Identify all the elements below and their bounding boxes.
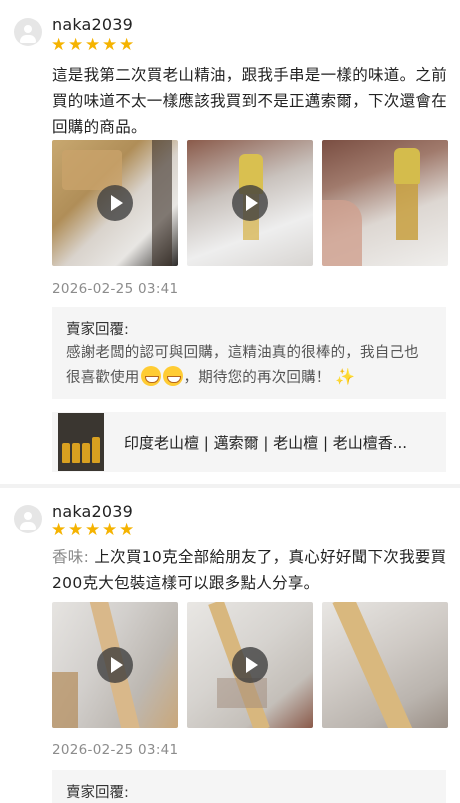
bottle-shape (62, 443, 70, 463)
avatar[interactable] (14, 18, 42, 46)
avatar-head (24, 25, 32, 33)
bottle-shape (82, 443, 90, 463)
bag-shape (52, 672, 78, 728)
review-video-thumbnail[interactable] (52, 140, 178, 266)
avatar-body (20, 35, 36, 43)
review-text: 香味: 上次買10克全部給朋友了，真心好好聞下次我要買200克大包裝這樣可以跟多… (52, 544, 452, 596)
product-card[interactable]: 印度老山檀 | 邁索爾 | 老山檀 | 老山檀香... (52, 412, 446, 472)
review-timestamp: 2026-02-25 03:41 (52, 742, 179, 758)
grinning-face-emoji (162, 366, 183, 386)
review-media (52, 602, 448, 728)
avatar-head (24, 512, 32, 520)
play-icon[interactable] (232, 647, 268, 683)
star-icon: ★ (51, 520, 67, 540)
review-divider (0, 484, 460, 488)
rating-stars: ★ ★ ★ ★ ★ (51, 35, 135, 55)
bottle-shape (92, 437, 100, 463)
avatar[interactable] (14, 505, 42, 533)
seller-reply-text-part: ，期待您的再次回購！ (183, 370, 331, 386)
review-video-thumbnail[interactable] (187, 140, 313, 266)
seller-reply-label: 賣家回覆: (66, 785, 129, 801)
star-icon: ★ (102, 520, 118, 540)
seller-reply: 賣家回覆: (52, 770, 446, 803)
seller-reply-label: 賣家回覆: (66, 322, 129, 338)
review-text-body: 這是我第二次買老山精油，跟我手串是一樣的味道。之前買的味道不太一樣應該我買到不是… (52, 66, 448, 136)
tabletop-edge (152, 140, 172, 266)
star-icon: ★ (119, 520, 135, 540)
bottle-shape (72, 443, 80, 463)
incense-sticks-shape (332, 602, 414, 728)
bottle-cap-shape (394, 148, 420, 184)
play-icon[interactable] (97, 185, 133, 221)
star-icon: ★ (85, 520, 101, 540)
bottle-shape (396, 184, 418, 240)
reviewer-username: naka2039 (52, 15, 134, 34)
seller-reply-text: 感謝老闆的認可與回購，這精油真的很棒的，我自己也很喜歡使用 ，期待您的再次回購！ … (66, 341, 432, 390)
star-icon: ★ (85, 35, 101, 55)
review-media (52, 140, 448, 266)
star-icon: ★ (119, 35, 135, 55)
review-video-thumbnail[interactable] (187, 602, 313, 728)
review-text-prefix: 香味: (52, 548, 95, 566)
sawdust-shape (62, 150, 122, 190)
bag-shape (217, 678, 267, 708)
review-text-body: 上次買10克全部給朋友了，真心好好聞下次我要買200克大包裝這樣可以跟多點人分享… (52, 548, 447, 592)
reviewer-username: naka2039 (52, 502, 134, 521)
star-icon: ★ (51, 35, 67, 55)
star-icon: ★ (102, 35, 118, 55)
product-name: 印度老山檀 | 邁索爾 | 老山檀 | 老山檀香... (124, 433, 408, 452)
play-icon[interactable] (97, 647, 133, 683)
seller-reply: 賣家回覆: 感謝老闆的認可與回購，這精油真的很棒的，我自己也很喜歡使用 ，期待您的… (52, 307, 446, 399)
hand-shape (322, 200, 362, 266)
review-timestamp: 2026-02-25 03:41 (52, 281, 179, 297)
review-video-thumbnail[interactable] (52, 602, 178, 728)
star-icon: ★ (68, 35, 84, 55)
review-text: 這是我第二次買老山精油，跟我手串是一樣的味道。之前買的味道不太一樣應該我買到不是… (52, 62, 452, 140)
grinning-face-emoji (140, 366, 161, 386)
product-thumbnail (58, 413, 104, 471)
play-icon[interactable] (232, 185, 268, 221)
review-image-thumbnail[interactable] (322, 140, 448, 266)
star-icon: ★ (68, 520, 84, 540)
review-image-thumbnail[interactable] (322, 602, 448, 728)
avatar-body (20, 522, 36, 530)
sparkles-emoji: ✨ (335, 367, 356, 386)
rating-stars: ★ ★ ★ ★ ★ (51, 520, 135, 540)
